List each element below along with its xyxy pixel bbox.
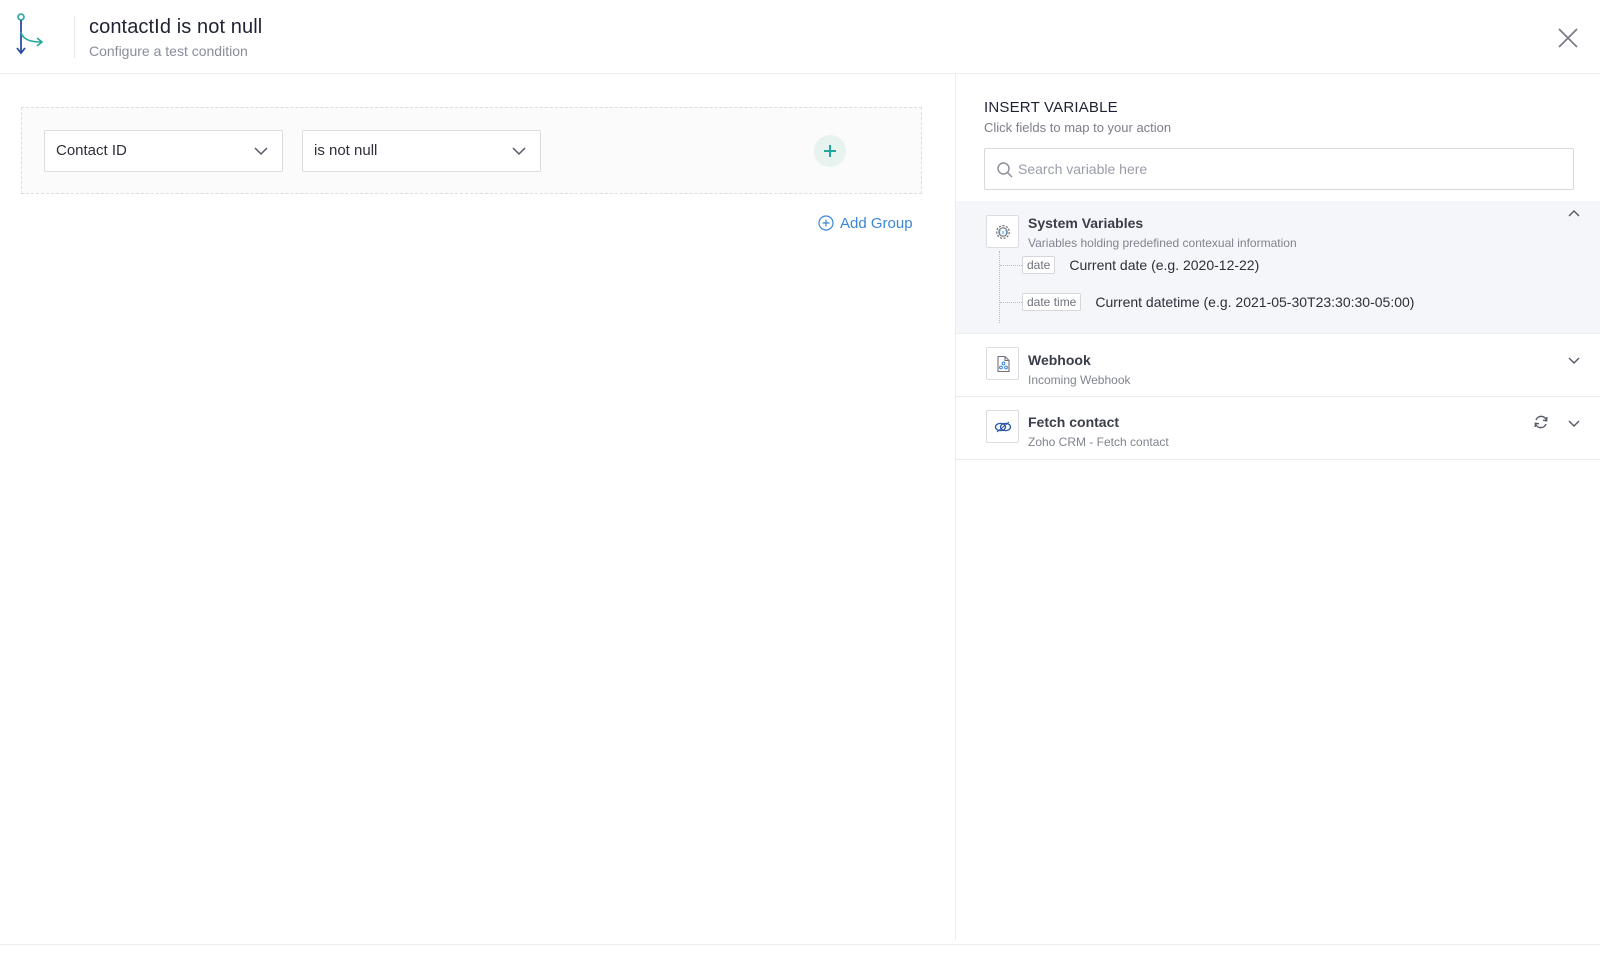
tree-line — [1000, 265, 1022, 266]
chevron-up-icon[interactable] — [1567, 207, 1581, 221]
insert-variable-title: INSERT VARIABLE — [984, 99, 1118, 116]
group-title[interactable]: System Variables — [1028, 215, 1143, 231]
variable-tag: date — [1022, 256, 1056, 274]
refresh-icon[interactable] — [1533, 414, 1549, 430]
group-system-variables: {x} System Variables Variables holding p… — [956, 201, 1600, 334]
gear-variable-icon: {x} — [986, 215, 1019, 248]
search-input[interactable] — [1018, 150, 1558, 188]
variable-row-date[interactable]: date Current date (e.g. 2020-12-22) — [1022, 255, 1259, 275]
branch-logo-icon — [16, 13, 44, 55]
condition-pane: Contact ID is not null Add Group — [0, 74, 955, 940]
operator-select[interactable]: is not null — [302, 130, 541, 172]
group-title: Webhook — [1028, 352, 1091, 368]
insert-variable-panel: INSERT VARIABLE Click fields to map to y… — [955, 74, 1600, 940]
field-select-value: Contact ID — [56, 142, 127, 159]
close-icon[interactable] — [1556, 26, 1580, 50]
group-title: Fetch contact — [1028, 414, 1120, 430]
operator-select-value: is not null — [314, 142, 378, 159]
chevron-down-icon[interactable] — [1567, 353, 1581, 367]
header: contactId is not null Configure a test c… — [0, 0, 1600, 74]
group-fetch-contact[interactable]: Fetch contact Zoho CRM - Fetch contact — [956, 397, 1600, 460]
footer-divider — [0, 944, 1600, 945]
add-group-button[interactable]: Add Group — [818, 213, 913, 233]
group-webhook[interactable]: Webhook Incoming Webhook — [956, 334, 1600, 397]
header-divider — [74, 16, 75, 58]
svg-text:{x}: {x} — [998, 230, 1007, 236]
group-subtitle: Zoho CRM - Fetch contact — [1028, 435, 1169, 449]
variable-description: Current datetime (e.g. 2021-05-30T23:30:… — [1095, 294, 1415, 310]
field-select[interactable]: Contact ID — [44, 130, 283, 172]
search-icon — [997, 162, 1013, 178]
add-condition-button[interactable] — [814, 135, 846, 167]
plus-icon — [824, 145, 836, 157]
tree-line — [1000, 302, 1022, 303]
group-subtitle: Incoming Webhook — [1028, 373, 1131, 387]
variable-tag: date time — [1022, 293, 1082, 311]
chevron-down-icon[interactable] — [1567, 416, 1581, 430]
variable-description: Current date (e.g. 2020-12-22) — [1069, 257, 1260, 273]
variable-row-datetime[interactable]: date time Current datetime (e.g. 2021-05… — [1022, 292, 1414, 312]
link-icon — [986, 410, 1019, 443]
page-subtitle: Configure a test condition — [89, 43, 248, 59]
tree-line — [999, 251, 1000, 323]
group-subtitle: Variables holding predefined contexual i… — [1028, 236, 1297, 250]
webhook-file-icon — [986, 347, 1019, 380]
page-title: contactId is not null — [89, 16, 263, 38]
plus-circle-icon — [818, 215, 834, 231]
chevron-down-icon — [512, 147, 526, 156]
condition-row: Contact ID is not null — [21, 107, 922, 194]
insert-variable-subtitle: Click fields to map to your action — [984, 120, 1172, 135]
variable-search — [984, 148, 1574, 190]
chevron-down-icon — [254, 147, 268, 156]
add-group-label: Add Group — [840, 214, 913, 232]
